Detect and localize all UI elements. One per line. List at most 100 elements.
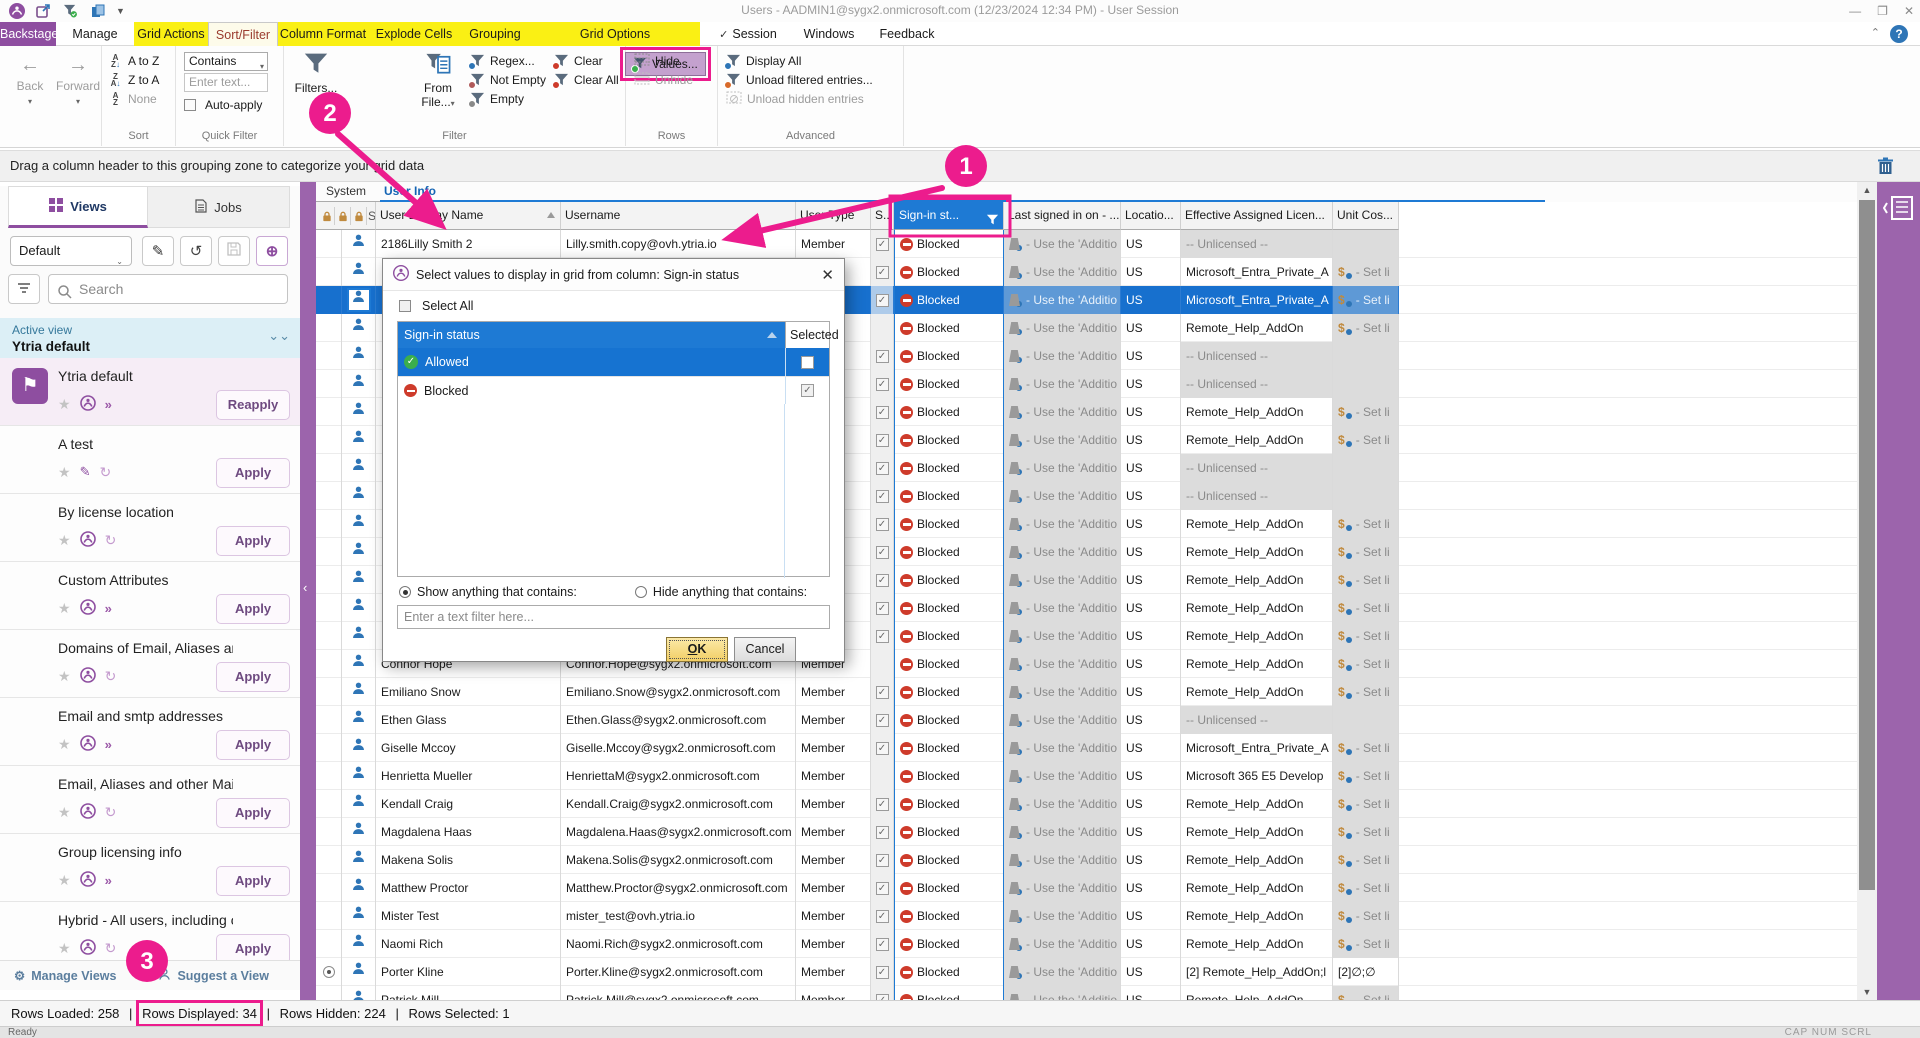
cell-username[interactable]: Giselle.Mccoy@sygx2.onmicrosoft.com: [561, 734, 796, 762]
cell-display-name[interactable]: Porter Kline: [376, 958, 561, 986]
cell-user-icon[interactable]: [342, 230, 376, 258]
cell-row-indicator[interactable]: [316, 426, 342, 454]
tab-grouping[interactable]: Grouping: [460, 22, 530, 46]
cell-last-signin[interactable]: - Use the 'Additio: [1004, 426, 1121, 454]
cell-user-icon[interactable]: [342, 930, 376, 958]
cell-last-signin[interactable]: - Use the 'Additio: [1004, 734, 1121, 762]
cell-row-indicator[interactable]: [316, 398, 342, 426]
cell-last-signin[interactable]: - Use the 'Additio: [1004, 510, 1121, 538]
cell-user-type[interactable]: Member: [796, 986, 871, 1000]
cell-username[interactable]: mister_test@ovh.ytria.io: [561, 902, 796, 930]
cell-license[interactable]: Remote_Help_AddOn: [1181, 538, 1333, 566]
cell-location[interactable]: US: [1121, 286, 1181, 314]
cell-license[interactable]: Remote_Help_AddOn: [1181, 874, 1333, 902]
column-header-license[interactable]: Effective Assigned Licen...: [1181, 202, 1333, 230]
chevrons-icon[interactable]: »: [105, 397, 111, 412]
cell-sync[interactable]: ✓: [871, 678, 894, 706]
cell-sync[interactable]: ✓: [871, 342, 894, 370]
cell-user-icon[interactable]: [342, 818, 376, 846]
sort-none-button[interactable]: AZNone: [108, 90, 157, 108]
apply-button[interactable]: Apply: [216, 798, 290, 828]
cell-signin-status[interactable]: Blocked: [894, 314, 1004, 342]
cell-username[interactable]: Porter.Kline@sygx2.onmicrosoft.com: [561, 958, 796, 986]
scrollbar-thumb[interactable]: [1859, 200, 1875, 890]
column-header-last-signin[interactable]: Last signed in on - ...: [1004, 202, 1121, 230]
cell-license[interactable]: Remote_Help_AddOn: [1181, 426, 1333, 454]
cell-last-signin[interactable]: - Use the 'Additio: [1004, 370, 1121, 398]
cell-last-signin[interactable]: - Use the 'Additio: [1004, 342, 1121, 370]
cell-unit-cost[interactable]: [1333, 370, 1399, 398]
cell-user-icon[interactable]: [342, 902, 376, 930]
cell-user-icon[interactable]: [342, 790, 376, 818]
cell-last-signin[interactable]: - Use the 'Additio: [1004, 846, 1121, 874]
cell-last-signin[interactable]: - Use the 'Additio: [1004, 314, 1121, 342]
cell-row-indicator[interactable]: [316, 342, 342, 370]
cell-signin-status[interactable]: Blocked: [894, 370, 1004, 398]
column-header-username[interactable]: Username: [561, 202, 796, 230]
cell-license[interactable]: Remote_Help_AddOn: [1181, 902, 1333, 930]
cell-user-type[interactable]: Member: [796, 678, 871, 706]
cell-unit-cost[interactable]: [1333, 454, 1399, 482]
regex-button[interactable]: Regex...: [470, 52, 535, 70]
cell-license[interactable]: Microsoft_Entra_Private_A: [1181, 734, 1333, 762]
cell-location[interactable]: US: [1121, 706, 1181, 734]
cell-location[interactable]: US: [1121, 370, 1181, 398]
cell-user-type[interactable]: Member: [796, 930, 871, 958]
cell-location[interactable]: US: [1121, 314, 1181, 342]
cell-location[interactable]: US: [1121, 762, 1181, 790]
cell-signin-status[interactable]: Blocked: [894, 482, 1004, 510]
cell-user-icon[interactable]: [342, 678, 376, 706]
cell-signin-status[interactable]: Blocked: [894, 790, 1004, 818]
cell-sync[interactable]: ✓: [871, 510, 894, 538]
table-row[interactable]: Henrietta MuellerHenriettaM@sygx2.onmicr…: [316, 762, 1857, 790]
cell-row-indicator[interactable]: [316, 790, 342, 818]
cell-license[interactable]: [2] Remote_Help_AddOn;l: [1181, 958, 1333, 986]
reapply-button[interactable]: Reapply: [216, 390, 290, 420]
clear-button[interactable]: Clear: [554, 52, 603, 70]
column-header-signin-status[interactable]: Sign-in st...: [894, 202, 1004, 230]
cell-unit-cost[interactable]: $- Set li: [1333, 762, 1399, 790]
cell-user-icon[interactable]: [342, 426, 376, 454]
cell-location[interactable]: US: [1121, 538, 1181, 566]
cell-license[interactable]: Microsoft_Entra_Private_A: [1181, 286, 1333, 314]
cell-display-name[interactable]: Makena Solis: [376, 846, 561, 874]
cell-user-icon[interactable]: [342, 398, 376, 426]
cell-row-indicator[interactable]: [316, 874, 342, 902]
restore-button[interactable]: ❐: [1877, 4, 1888, 18]
quick-filter-input[interactable]: Enter text...: [184, 73, 268, 92]
scroll-down-icon[interactable]: ▼: [1857, 984, 1877, 1000]
cell-license[interactable]: Remote_Help_AddOn: [1181, 678, 1333, 706]
cell-license[interactable]: Remote_Help_AddOn: [1181, 594, 1333, 622]
cell-display-name[interactable]: Patrick Mill: [376, 986, 561, 1000]
cell-unit-cost[interactable]: $- Set li: [1333, 678, 1399, 706]
cell-display-name[interactable]: Giselle Mccoy: [376, 734, 561, 762]
revert-view-button[interactable]: ↺: [180, 236, 212, 266]
cell-location[interactable]: US: [1121, 230, 1181, 258]
close-button[interactable]: ✕: [1904, 4, 1914, 18]
unload-filtered-button[interactable]: Unload filtered entries...: [726, 71, 873, 89]
table-row[interactable]: Giselle MccoyGiselle.Mccoy@sygx2.onmicro…: [316, 734, 1857, 762]
view-list-item[interactable]: A test★✎↻ⓘApply: [0, 426, 300, 494]
cell-unit-cost[interactable]: $- Set li: [1333, 538, 1399, 566]
cell-unit-cost[interactable]: [1333, 230, 1399, 258]
cell-last-signin[interactable]: - Use the 'Additio: [1004, 566, 1121, 594]
cell-sync[interactable]: ✓: [871, 258, 894, 286]
star-icon[interactable]: ★: [58, 396, 71, 413]
cell-license[interactable]: -- Unlicensed --: [1181, 482, 1333, 510]
cell-location[interactable]: US: [1121, 454, 1181, 482]
table-row[interactable]: Makena SolisMakena.Solis@sygx2.onmicroso…: [316, 846, 1857, 874]
cell-unit-cost[interactable]: [1333, 342, 1399, 370]
cell-location[interactable]: US: [1121, 790, 1181, 818]
cell-signin-status[interactable]: Blocked: [894, 678, 1004, 706]
cell-license[interactable]: -- Unlicensed --: [1181, 370, 1333, 398]
tab-grid-options[interactable]: Grid Options: [530, 22, 700, 46]
cell-license[interactable]: -- Unlicensed --: [1181, 454, 1333, 482]
cell-username[interactable]: Patrick.Mill@sygx2.onmicrosoft.com: [561, 986, 796, 1000]
star-icon[interactable]: ★: [58, 736, 71, 753]
cell-user-icon[interactable]: [342, 566, 376, 594]
cell-display-name[interactable]: Kendall Craig: [376, 790, 561, 818]
cell-signin-status[interactable]: Blocked: [894, 342, 1004, 370]
table-row[interactable]: Patrick MillPatrick.Mill@sygx2.onmicroso…: [316, 986, 1857, 1000]
column-header-locks[interactable]: S: [316, 202, 376, 230]
cell-signin-status[interactable]: Blocked: [894, 986, 1004, 1000]
